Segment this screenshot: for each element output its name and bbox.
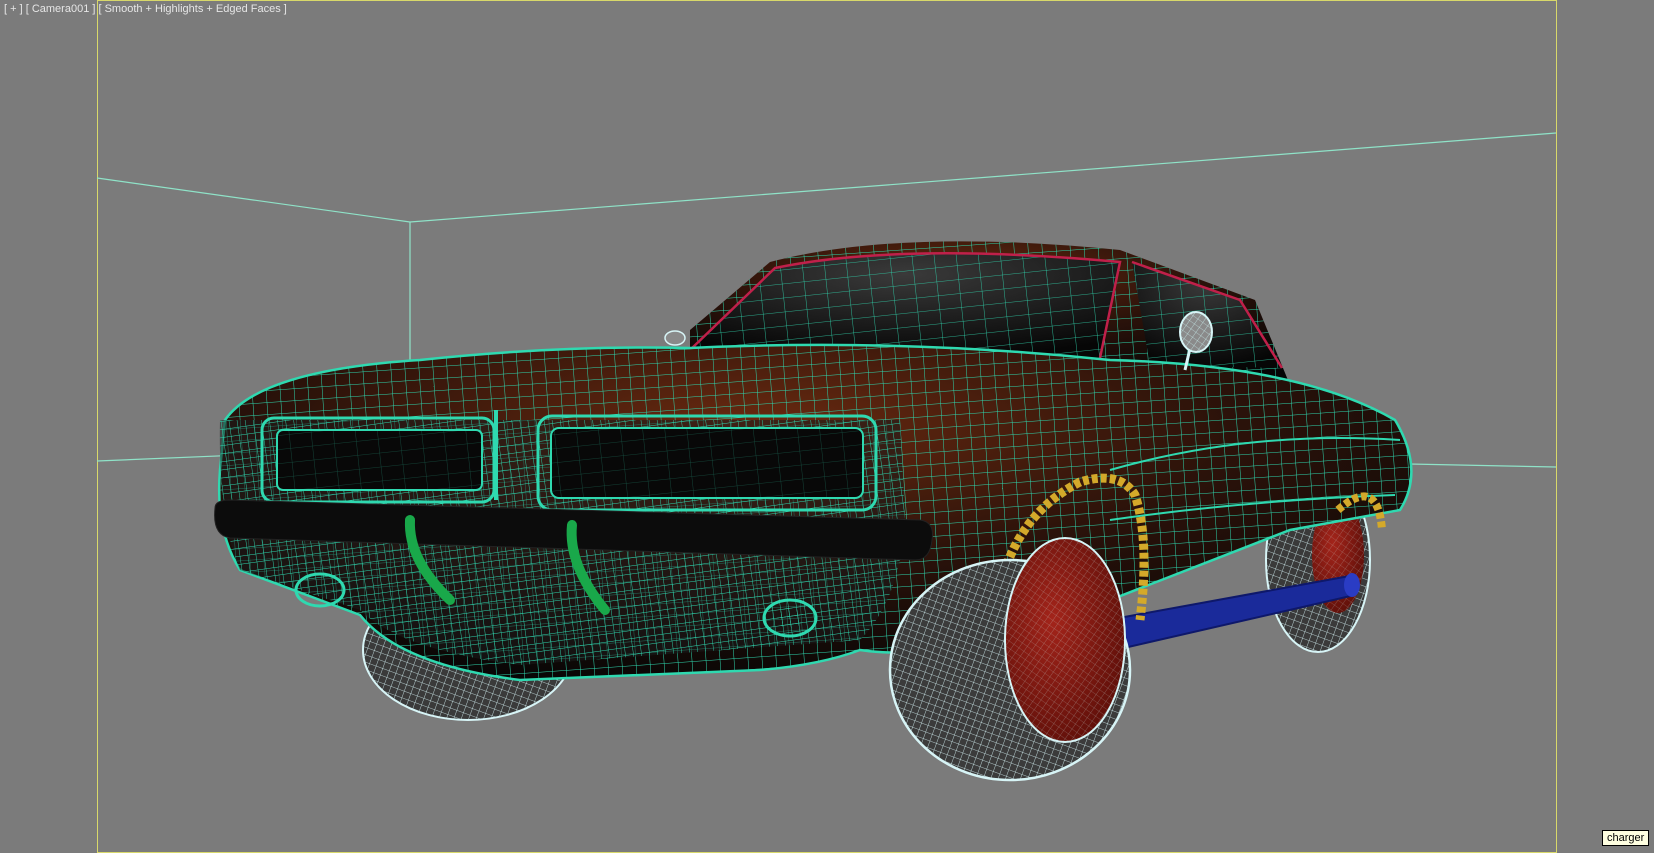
car-body — [214, 241, 1413, 682]
camera-label-button[interactable]: [ Camera001 ] — [26, 3, 96, 15]
object-name-tooltip: charger — [1602, 830, 1650, 846]
shading-mode-button[interactable]: [ Smooth + Highlights + Edged Faces ] — [98, 3, 286, 15]
scene-render — [96, 0, 1557, 853]
viewport-menu-button[interactable]: [ + ] — [4, 3, 23, 15]
camera-viewport[interactable]: [ + ] [ Camera001 ] [ Smooth + Highlight… — [0, 0, 1654, 853]
viewport-label: [ + ] [ Camera001 ] [ Smooth + Highlight… — [4, 3, 287, 15]
